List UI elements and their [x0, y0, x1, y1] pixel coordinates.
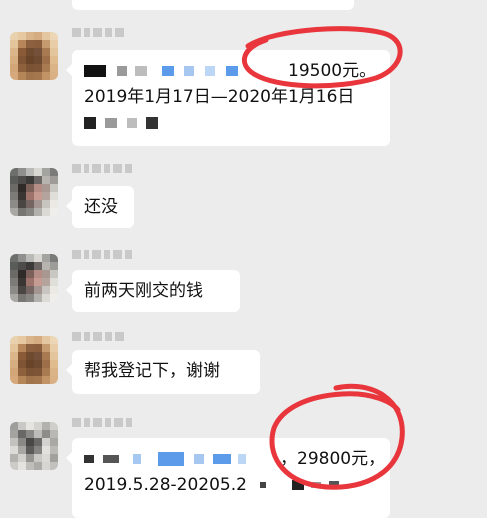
message-bubble[interactable]: 帮我登记下，谢谢: [66, 350, 260, 394]
blurred-text: [103, 455, 120, 463]
blurred-text: [132, 454, 141, 464]
previous-message-bubble[interactable]: [72, 0, 354, 10]
avatar[interactable]: [10, 422, 58, 470]
blurred-text: [238, 454, 247, 464]
sender-name-blurred: [72, 28, 124, 40]
message-bubble[interactable]: ，29800元， 2019.5.28-20205.2: [66, 438, 390, 518]
blurred-text: [146, 117, 159, 129]
blurred-text: [84, 117, 96, 129]
blurred-text: [213, 454, 232, 464]
avatar[interactable]: [10, 32, 58, 80]
avatar[interactable]: [10, 254, 58, 302]
blurred-text: [193, 454, 204, 464]
blurred-text: [328, 481, 339, 489]
blurred-text: [291, 480, 304, 490]
date-range-text: 2019.5.28-20205.2: [84, 475, 247, 495]
blurred-text: [105, 118, 118, 128]
message-line: 2019年1月17日—2020年1月16日: [84, 84, 378, 110]
message-bubble[interactable]: 19500元。 2019年1月17日—2020年1月16日: [66, 50, 390, 146]
message-line: [84, 110, 378, 136]
amount-text: ，29800元，: [280, 449, 386, 469]
message-text: 帮我登记下，谢谢: [84, 361, 220, 381]
blurred-text: [205, 66, 216, 76]
sender-name-blurred: [72, 418, 132, 430]
blurred-text: [84, 65, 106, 77]
amount-text: 19500元。: [288, 61, 377, 81]
blurred-text: [226, 66, 239, 76]
message-line: 19500元。: [84, 58, 378, 84]
date-range-text: 2019年1月17日—2020年1月16日: [84, 87, 355, 107]
blurred-text: [134, 66, 147, 76]
sender-name-blurred: [72, 250, 132, 262]
message-line: 2019.5.28-20205.2: [84, 472, 378, 498]
blurred-text: [158, 452, 185, 466]
blurred-text: [183, 66, 194, 76]
blurred-text: [260, 482, 267, 488]
sender-name-blurred: [72, 332, 124, 344]
blurred-text: [126, 118, 137, 128]
blurred-text: [84, 455, 94, 463]
sender-name-blurred: [72, 164, 132, 176]
avatar[interactable]: [10, 336, 58, 384]
chat-window: 19500元。 2019年1月17日—2020年1月16日 还没 前两天刚交的钱…: [0, 0, 487, 518]
blurred-text: [311, 482, 322, 488]
message-text: 还没: [84, 197, 118, 217]
avatar[interactable]: [10, 168, 58, 216]
message-bubble[interactable]: 前两天刚交的钱: [66, 270, 240, 312]
blurred-text: [162, 66, 175, 76]
message-text: 前两天刚交的钱: [84, 281, 203, 301]
blurred-text: [117, 66, 128, 76]
message-bubble[interactable]: 还没: [66, 186, 134, 228]
message-line: ，29800元，: [84, 446, 385, 472]
